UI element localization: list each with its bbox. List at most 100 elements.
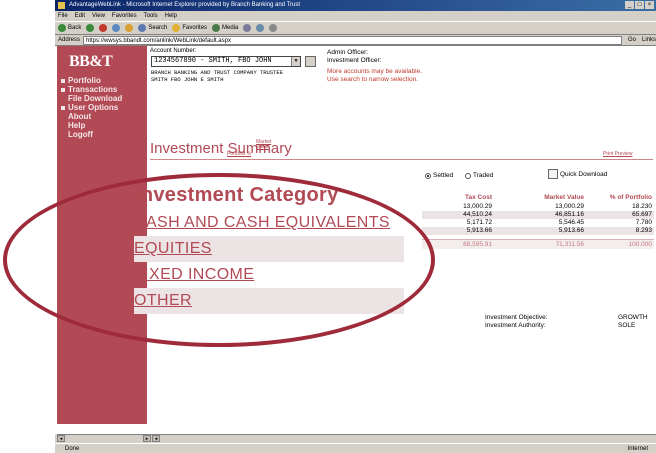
chevron-down-icon[interactable]: ▼ [291,57,300,66]
close-icon[interactable]: × [645,1,654,9]
market-value-link[interactable]: Market Value [256,140,271,150]
use-search-notice: Use search to narrow selection. [327,76,419,83]
investment-objective-label: Investment Objective: [485,314,548,321]
internet-zone: Internet [627,446,648,452]
menu-edit[interactable]: Edit [75,11,85,21]
table-cell: 65.697 [632,211,652,218]
investment-officer-label: Investment Officer: [327,57,382,64]
search-button[interactable]: Search [138,21,167,35]
page-viewport: BB&T Portfolio Transactions File Downloa… [55,46,656,434]
table-cell: 7.780 [635,219,652,226]
address-label: Address [58,36,81,43]
status-bar: Done Internet [55,443,656,453]
investment-authority-label: Investment Authority: [485,322,546,329]
media-button[interactable]: Media [212,21,238,35]
print-preview-link[interactable]: Print Preview [603,151,632,157]
window-titlebar: AdvantageWebLink - Microsoft Internet Ex… [55,0,656,11]
total-cell: 68,595.91 [463,241,492,248]
traded-radio[interactable]: Traded [465,172,493,179]
bullet-icon [61,105,65,110]
back-button[interactable]: Back [58,21,81,35]
account-number-label: Account Number: [150,48,197,54]
nav-item-logoff[interactable]: Logoff [61,130,122,139]
stop-icon[interactable] [99,24,108,32]
search-icon [138,24,147,32]
table-row: 13,000.29 13,000.29 18.230 [422,203,654,211]
links-button[interactable]: Links [642,35,656,46]
bullet-icon [61,87,65,92]
maximize-icon[interactable]: □ [635,1,644,9]
nav-item-help[interactable]: Help [61,121,122,130]
total-cell: 100.000 [628,241,653,248]
category-row: CASH AND CASH EQUIVALENTS [134,210,404,236]
account-search-button[interactable] [305,56,316,67]
table-cell: 44,510.24 [463,211,492,218]
nav-item-transactions[interactable]: Transactions [61,85,122,94]
settled-radio[interactable]: Settled [425,172,453,179]
table-header: Tax Cost Market Value % of Portfolio [422,194,654,203]
main-content: Account Number: 1234567890 - SMITH, FBO … [134,46,656,424]
trustee-line-2: SMITH FBO JOHN E SMITH [151,76,224,83]
table-row: 5,913.66 5,913.66 8.293 [422,227,654,235]
nav-item-user-options[interactable]: User Options [61,103,122,112]
nav-item-portfolio[interactable]: Portfolio [61,76,122,85]
admin-officer-label: Admin Officer: [327,49,369,56]
category-link-equities[interactable]: EQUITIES [134,240,212,258]
menu-tools[interactable]: Tools [144,11,158,21]
summary-table: Tax Cost Market Value % of Portfolio 13,… [422,194,654,249]
minimize-icon[interactable]: _ [625,1,634,9]
browser-window: AdvantageWebLink - Microsoft Internet Ex… [55,0,656,453]
forward-arrow-icon[interactable] [86,24,95,32]
go-button[interactable]: Go [625,35,639,46]
column-header: Tax Cost [465,194,492,201]
table-row: 44,510.24 46,851.16 65.697 [422,211,654,219]
print-icon[interactable] [269,24,278,32]
mail-icon[interactable] [256,24,265,32]
nav-item-about[interactable]: About [61,112,122,121]
category-row: OTHER [134,288,404,314]
refresh-icon[interactable] [112,24,121,32]
menu-view[interactable]: View [92,11,105,21]
nav-item-file-download[interactable]: File Download [61,94,122,103]
radio-selected-icon [425,172,431,179]
horizontal-scrollbar[interactable]: ◂ ▸ ◂ [57,434,656,442]
total-cell: 71,311.56 [555,241,584,248]
table-cell: 13,000.29 [555,203,584,210]
category-list: CASH AND CASH EQUIVALENTS EQUITIES FIXED… [134,210,404,314]
category-link-fixed-income[interactable]: FIXED INCOME [134,266,254,284]
quick-download-button[interactable]: Quick Download [548,169,607,179]
scroll-left-icon[interactable]: ◂ [152,435,160,442]
history-icon[interactable] [243,24,252,32]
column-header: Market Value [544,194,584,201]
portfolio-percent-link[interactable]: Portfolio % [227,151,251,157]
menu-favorites[interactable]: Favorites [112,11,137,21]
ie-icon [58,2,65,9]
category-row: EQUITIES [134,236,404,262]
table-cell: 5,913.66 [558,227,584,234]
download-icon [548,169,558,179]
category-row: FIXED INCOME [134,262,404,288]
menu-file[interactable]: File [58,11,68,21]
investment-authority-value: SOLE [618,322,636,329]
favorites-button[interactable]: Favorites [172,21,207,35]
scroll-right-icon[interactable]: ▸ [143,435,151,442]
home-icon[interactable] [125,24,134,32]
category-link-cash[interactable]: CASH AND CASH EQUIVALENTS [134,214,390,232]
scroll-left-icon[interactable]: ◂ [57,435,65,442]
nav-menu: Portfolio Transactions File Download Use… [61,76,122,139]
account-select[interactable]: 1234567890 - SMITH, FBO JOHN ▼ [151,56,301,67]
trustee-line-1: BRANCH BANKING AND TRUST COMPANY TRUSTEE [151,69,284,76]
address-input[interactable]: https://wwsys.bbandt.com/anlink/WebLink/… [83,35,622,45]
table-cell: 8.293 [635,227,652,234]
investment-category-heading: Investment Category [135,184,339,206]
category-link-other[interactable]: OTHER [134,292,192,310]
column-header: % of Portfolio [609,194,652,201]
window-title: AdvantageWebLink - Microsoft Internet Ex… [69,2,301,8]
table-cell: 5,913.66 [466,227,492,234]
menu-help[interactable]: Help [165,11,177,21]
toolbar: Back Search Favorites Media [55,21,656,35]
media-icon [212,24,221,32]
more-accounts-notice: More accounts may be available. [327,68,423,75]
bbt-logo: BB&T [69,53,113,70]
menu-bar: File Edit View Favorites Tools Help [55,11,656,21]
